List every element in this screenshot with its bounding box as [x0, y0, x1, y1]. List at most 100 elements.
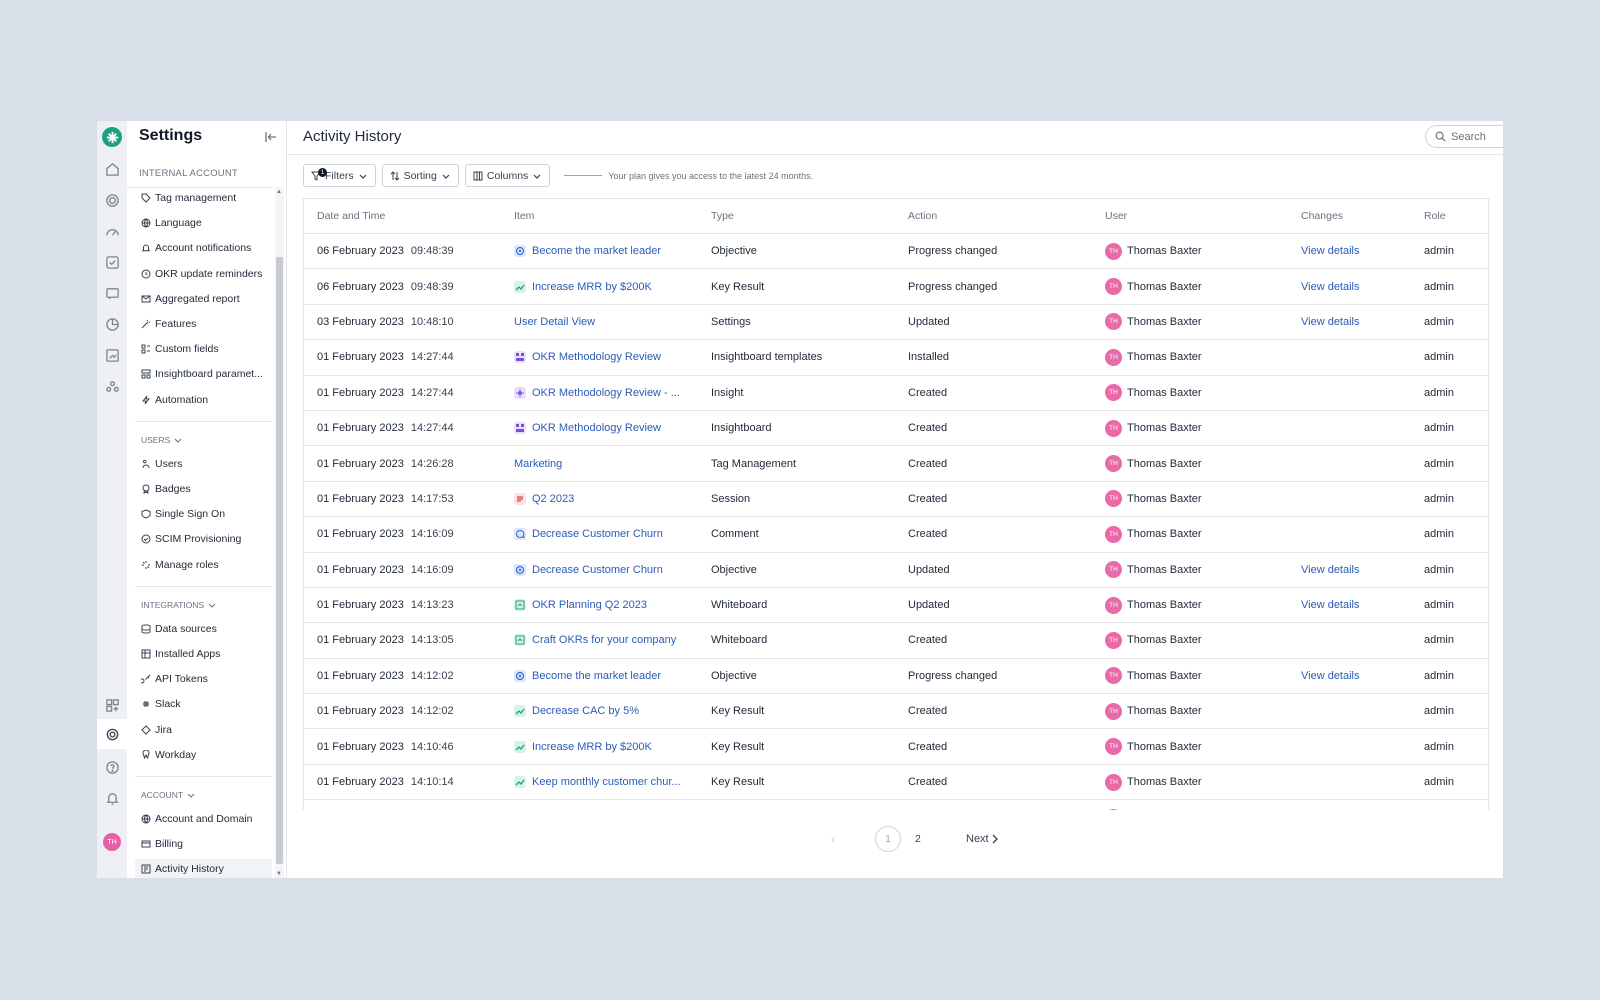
item-link[interactable]: Become the market leader [514, 669, 661, 682]
database-icon [141, 624, 151, 634]
section-integrations[interactable]: INTEGRATIONS [141, 600, 216, 610]
view-details-link[interactable]: View details [1301, 564, 1360, 576]
bell-icon[interactable] [100, 786, 124, 810]
filters-button[interactable]: 1 Filters [303, 164, 376, 187]
view-details-link[interactable]: View details [1301, 599, 1360, 611]
item-link[interactable]: Decrease Customer Churn [514, 528, 663, 541]
slack-icon [143, 701, 149, 708]
scroll-down-icon[interactable]: ▼ [276, 871, 282, 877]
item-link[interactable]: OKR Methodology Review - ... [514, 386, 680, 399]
view-details-link[interactable]: View details [1301, 245, 1360, 257]
sidebar-item-users[interactable]: Users [141, 458, 182, 470]
sidebar-item-single-sign-on[interactable]: Single Sign On [141, 508, 225, 520]
session-icon [514, 492, 526, 505]
sidebar-item-account-and-domain[interactable]: Account and Domain [141, 813, 252, 825]
item-link[interactable]: Craft OKRs for your company [514, 634, 676, 647]
item-link[interactable]: Decrease CAC by 5% [514, 705, 639, 718]
sidebar-item-billing[interactable]: Billing [141, 838, 183, 850]
sidebar-item-api-tokens[interactable]: API Tokens [141, 673, 208, 685]
next-page-button[interactable]: Next [966, 833, 999, 845]
team-icon[interactable] [100, 374, 124, 398]
header-user[interactable]: User [1105, 210, 1127, 222]
sidebar-item-insightboard-paramet[interactable]: Insightboard paramet... [141, 368, 263, 380]
globe-icon [141, 218, 151, 228]
avatar: TH [1105, 773, 1122, 791]
item-link[interactable]: Q2 2023 [514, 492, 574, 505]
sidebar-item-installed-apps[interactable]: Installed Apps [141, 648, 220, 660]
checkbox-icon[interactable] [100, 250, 124, 274]
view-details-link[interactable]: View details [1301, 316, 1360, 328]
sidebar-item-features[interactable]: Features [141, 318, 196, 330]
sidebar-item-badges[interactable]: Badges [141, 483, 191, 495]
header-action[interactable]: Action [908, 210, 937, 222]
sorting-label: Sorting [403, 169, 437, 182]
section-users[interactable]: USERS [141, 435, 182, 445]
header-changes[interactable]: Changes [1301, 210, 1343, 222]
table-row: 06 February 2023 09:48:39 Become the marke… [304, 234, 1488, 270]
item-link[interactable]: Keep monthly customer chur... [514, 776, 681, 789]
item-link[interactable]: Increase MRR by $200K [514, 740, 652, 753]
gauge-icon[interactable] [100, 219, 124, 243]
sorting-button[interactable]: Sorting [381, 164, 459, 187]
help-icon[interactable] [100, 755, 124, 779]
sidebar-item-account-notifications[interactable]: Account notifications [141, 242, 251, 254]
type-cell: Objective [711, 669, 757, 682]
view-details-link[interactable]: View details [1301, 670, 1360, 682]
section-account[interactable]: ACCOUNT [141, 790, 195, 800]
app-logo[interactable] [100, 125, 124, 149]
scrollbar-thumb[interactable] [276, 257, 283, 864]
sidebar-item-activity-history[interactable]: Activity History [135, 859, 272, 878]
item-link[interactable]: Increase MRR by $200K [514, 280, 652, 293]
target-icon[interactable] [100, 188, 124, 212]
home-icon[interactable] [100, 157, 124, 181]
header-type[interactable]: Type [711, 210, 734, 222]
item-link[interactable]: Marketing [514, 458, 562, 470]
sidebar-item-slack[interactable]: Slack [141, 698, 181, 710]
sidebar-item-okr-update-reminders[interactable]: OKR update reminders [141, 268, 262, 280]
sidebar-item-scim-provisioning[interactable]: SCIM Provisioning [141, 533, 241, 545]
page-1-button[interactable]: 1 [875, 826, 901, 852]
plan-note-text: Your plan gives you access to the latest… [608, 170, 814, 181]
sidebar-item-tag-management[interactable]: Tag management [141, 192, 236, 204]
header-item[interactable]: Item [514, 210, 534, 222]
sidebar-item-manage-roles[interactable]: Manage roles [141, 559, 219, 571]
settings-gear-icon[interactable] [97, 719, 127, 749]
sidebar-item-custom-fields[interactable]: Custom fields [141, 343, 219, 355]
item-link[interactable]: OKR Planning Q2 2023 [514, 599, 647, 612]
collapse-sidebar-icon[interactable] [264, 130, 278, 144]
user-avatar[interactable]: TH [100, 830, 124, 854]
table-row: 01 February 2023 14:17:53 Q2 2023 Session Cr… [304, 482, 1488, 518]
search-input[interactable]: Search [1425, 125, 1503, 148]
columns-button[interactable]: Columns [464, 164, 551, 187]
scroll-up-icon[interactable]: ▲ [276, 189, 282, 195]
header-date-time[interactable]: Date and Time [317, 210, 385, 222]
sidebar-item-language[interactable]: Language [141, 217, 202, 229]
item-link[interactable]: User Detail View [514, 316, 595, 328]
page-2-button[interactable]: 2 [915, 833, 921, 845]
plan-note: Your plan gives you access to the latest… [564, 171, 813, 181]
header-role[interactable]: Role [1424, 210, 1446, 222]
prev-page-button[interactable]: ‹ [831, 832, 835, 846]
item-link[interactable]: OKR Methodology Review [514, 422, 661, 435]
user-cell: THThomas Baxter [1105, 808, 1202, 810]
sidebar-item-data-sources[interactable]: Data sources [141, 623, 217, 635]
chat-icon[interactable] [100, 281, 124, 305]
sidebar-item-automation[interactable]: Automation [141, 394, 208, 406]
action-cell: Created [908, 386, 948, 399]
sidebar-scrollbar[interactable]: ▲ ▼ [275, 187, 284, 878]
item-link[interactable]: Decrease Customer Churn [514, 563, 663, 576]
item-link[interactable]: Become the market leader [514, 245, 661, 258]
item-link[interactable]: OKR Methodology Review [514, 351, 661, 364]
main-header: Activity History Search [287, 121, 1503, 155]
sidebar-item-workday[interactable]: Workday [141, 749, 196, 761]
apps-grid-icon[interactable] [100, 693, 124, 717]
date-time-cell: 01 February 2023 14:10:46 [317, 740, 454, 753]
sidebar-item-jira[interactable]: Jira [141, 724, 172, 736]
view-details-link[interactable]: View details [1301, 281, 1360, 293]
sidebar-item-aggregated-report[interactable]: Aggregated report [141, 293, 240, 305]
user-cell: THThomas Baxter [1105, 384, 1202, 402]
pie-chart-icon[interactable] [100, 312, 124, 336]
report-icon[interactable] [100, 343, 124, 367]
avatar: TH [1105, 419, 1122, 437]
role-cell: admin [1424, 386, 1454, 399]
